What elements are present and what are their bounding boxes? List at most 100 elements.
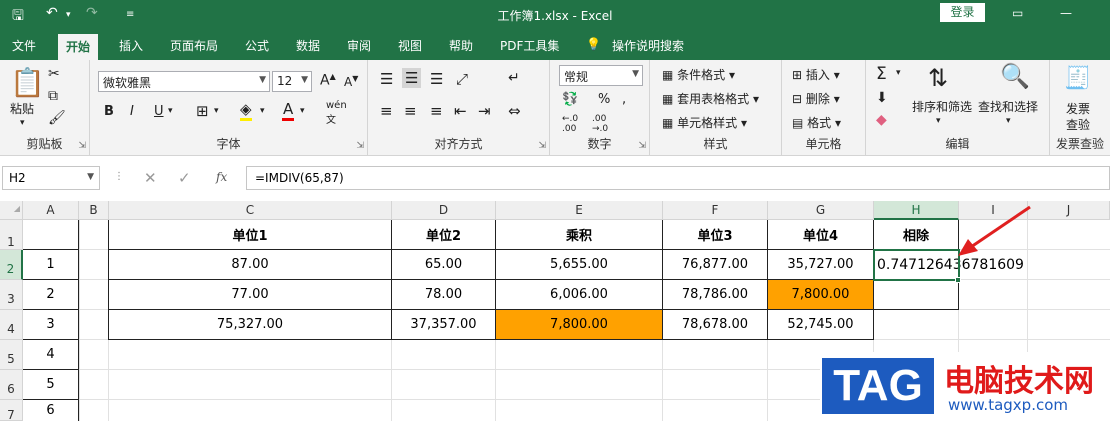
borders-icon[interactable]: ⊞ — [196, 102, 209, 120]
paste-dropdown-icon[interactable]: ▾ — [20, 118, 25, 128]
cell-g2[interactable]: 35,727.00 — [768, 250, 874, 280]
cell-f4[interactable]: 78,678.00 — [663, 310, 768, 340]
login-button[interactable]: 登录 — [940, 3, 985, 22]
column-header-b[interactable]: B — [79, 201, 109, 220]
borders-dropdown-icon[interactable]: ▾ — [214, 106, 219, 116]
column-header-a[interactable]: A — [23, 201, 79, 220]
align-middle-icon[interactable]: ☰ — [402, 68, 422, 88]
font-color-icon[interactable]: A — [282, 100, 295, 121]
cell-h3[interactable] — [874, 280, 959, 310]
autosum-icon[interactable]: Σ — [876, 64, 887, 84]
sort-filter-button[interactable]: 排序和筛选 — [912, 98, 972, 115]
tab-insert[interactable]: 插入 — [119, 37, 143, 54]
cell-f2[interactable]: 76,877.00 — [663, 250, 768, 280]
fill-color-icon[interactable]: ◈ — [240, 100, 252, 121]
row-header-4[interactable]: 4 — [0, 310, 23, 340]
row-header-7[interactable]: 7 — [0, 400, 23, 422]
conditional-format-button[interactable]: ▦ 条件格式 ▾ — [662, 66, 735, 83]
orientation-icon[interactable]: ⤢ — [456, 70, 468, 88]
select-all-corner[interactable]: ◢ — [0, 201, 23, 220]
cell-e2[interactable]: 5,655.00 — [496, 250, 663, 280]
tab-review[interactable]: 审阅 — [347, 37, 371, 54]
cell-c2[interactable]: 87.00 — [108, 250, 392, 280]
cell-g4[interactable]: 52,745.00 — [768, 310, 874, 340]
font-launcher-icon[interactable]: ⇲ — [356, 141, 364, 151]
cancel-icon[interactable]: ✕ — [144, 169, 157, 187]
formula-input[interactable]: =IMDIV(65,87) — [246, 166, 1110, 190]
cell-a5[interactable]: 4 — [23, 340, 79, 370]
cell-f1[interactable]: 单位3 — [663, 220, 768, 250]
invoice-button-line2[interactable]: 查验 — [1066, 116, 1090, 133]
column-header-c[interactable]: C — [109, 201, 392, 220]
decrease-decimal-icon[interactable]: .00 →.0 — [592, 114, 608, 134]
row-header-1[interactable]: 1 — [0, 220, 23, 250]
copy-icon[interactable]: ⧉ — [48, 88, 58, 104]
cell-h1[interactable]: 相除 — [874, 220, 959, 250]
insert-cells-button[interactable]: ⊞ 插入 ▾ — [792, 66, 840, 83]
column-header-j[interactable]: J — [1028, 201, 1110, 220]
row-header-5[interactable]: 5 — [0, 340, 23, 370]
cell-d4[interactable]: 37,357.00 — [392, 310, 496, 340]
number-launcher-icon[interactable]: ⇲ — [638, 141, 646, 151]
align-center-icon[interactable]: ≡ — [404, 102, 417, 120]
cell-styles-button[interactable]: ▦ 单元格样式 ▾ — [662, 114, 747, 131]
cell-e3[interactable]: 6,006.00 — [496, 280, 663, 310]
font-name-select[interactable]: 微软雅黑 ▼ — [98, 71, 270, 92]
wrap-text-icon[interactable]: ↵ — [508, 70, 520, 86]
find-select-button[interactable]: 查找和选择 — [978, 98, 1038, 115]
delete-cells-button[interactable]: ⊟ 删除 ▾ — [792, 90, 840, 107]
increase-indent-icon[interactable]: ⇥ — [478, 102, 491, 120]
percent-icon[interactable]: % — [598, 92, 610, 107]
tab-file[interactable]: 文件 — [12, 37, 36, 54]
invoice-button-line1[interactable]: 发票 — [1066, 100, 1090, 117]
ribbon-display-icon[interactable]: ▭ — [1012, 6, 1023, 20]
align-right-icon[interactable]: ≡ — [430, 102, 443, 120]
merge-center-icon[interactable]: ⇔ — [508, 102, 521, 120]
row-header-3[interactable]: 3 — [0, 280, 23, 310]
increase-decimal-icon[interactable]: ←.0.00 — [562, 114, 578, 134]
row-header-6[interactable]: 6 — [0, 370, 23, 400]
tab-home[interactable]: 开始 — [58, 34, 99, 60]
cell-d2[interactable]: 65.00 — [392, 250, 496, 280]
cell-d1[interactable]: 单位2 — [392, 220, 496, 250]
phonetic-icon[interactable]: wén 文 — [326, 100, 347, 126]
clipboard-launcher-icon[interactable]: ⇲ — [78, 141, 86, 151]
comma-style-icon[interactable]: , — [622, 92, 626, 107]
italic-button[interactable]: I — [130, 104, 134, 119]
minimize-icon[interactable]: — — [1060, 6, 1072, 20]
name-box[interactable]: H2 ▼ — [2, 166, 100, 190]
tab-page-layout[interactable]: 页面布局 — [170, 37, 218, 54]
increase-font-icon[interactable]: A▲ — [320, 72, 336, 89]
align-left-icon[interactable]: ≡ — [380, 102, 393, 120]
column-header-e[interactable]: E — [496, 201, 663, 220]
cell-d3[interactable]: 78.00 — [392, 280, 496, 310]
tab-formulas[interactable]: 公式 — [245, 37, 269, 54]
cell-e4[interactable]: 7,800.00 — [496, 310, 663, 340]
tab-view[interactable]: 视图 — [398, 37, 422, 54]
enter-icon[interactable]: ✓ — [178, 169, 191, 187]
column-header-d[interactable]: D — [392, 201, 496, 220]
font-size-select[interactable]: 12 ▼ — [272, 71, 312, 92]
cell-g3[interactable]: 7,800.00 — [768, 280, 874, 310]
cell-a1[interactable] — [23, 220, 79, 250]
column-header-f[interactable]: F — [663, 201, 768, 220]
decrease-indent-icon[interactable]: ⇤ — [454, 102, 467, 120]
clear-icon[interactable]: ◆ — [876, 112, 887, 128]
invoice-icon[interactable]: 🧾 — [1064, 66, 1091, 91]
paste-icon[interactable]: 📋 — [10, 66, 45, 99]
row-header-2[interactable]: 2 — [0, 250, 23, 280]
cell-e1[interactable]: 乘积 — [496, 220, 663, 250]
sort-filter-icon[interactable]: ⇅ — [928, 64, 948, 92]
cell-a7[interactable]: 6 — [23, 400, 79, 421]
tab-pdf-tools[interactable]: PDF工具集 — [500, 37, 559, 54]
autosum-dropdown-icon[interactable]: ▾ — [896, 68, 901, 78]
find-select-icon[interactable]: 🔍 — [1000, 62, 1030, 90]
format-as-table-button[interactable]: ▦ 套用表格格式 ▾ — [662, 90, 759, 107]
underline-button[interactable]: U — [154, 104, 164, 119]
cell-a2[interactable]: 1 — [23, 250, 79, 280]
find-dropdown-icon[interactable]: ▾ — [1006, 116, 1011, 126]
insert-function-button[interactable]: fx — [216, 170, 227, 184]
cell-g1[interactable]: 单位4 — [768, 220, 874, 250]
decrease-font-icon[interactable]: A▼ — [344, 74, 358, 89]
cell-f3[interactable]: 78,786.00 — [663, 280, 768, 310]
